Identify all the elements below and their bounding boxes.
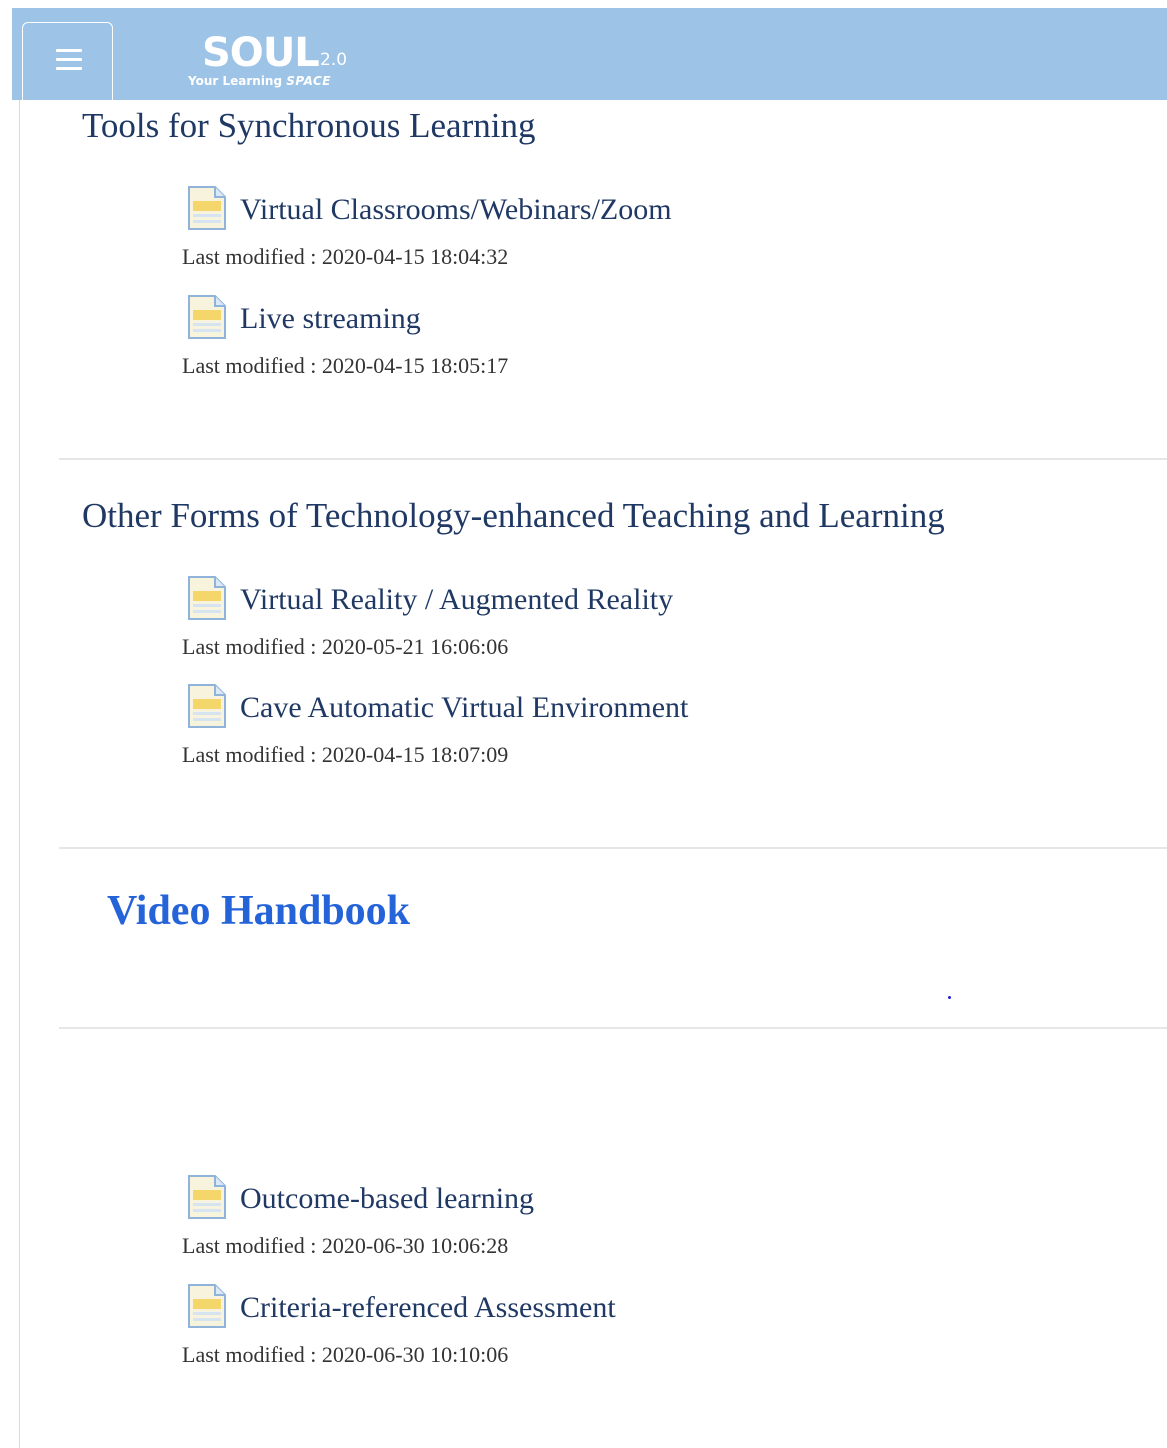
resource-item: Virtual Classrooms/Webinars/Zoom Last mo… — [182, 186, 886, 276]
section-divider — [59, 847, 1167, 849]
resource-item: Virtual Reality / Augmented Reality Last… — [182, 576, 886, 666]
section-divider — [59, 458, 1167, 460]
resource-link-criteria-referenced[interactable]: Criteria-referenced Assessment — [240, 1290, 616, 1326]
content-left-border — [19, 100, 20, 1448]
resource-item: Live streaming Last modified : 2020-04-1… — [182, 295, 886, 385]
hamburger-icon — [56, 49, 82, 71]
document-icon — [188, 186, 226, 230]
resource-link-outcome-based[interactable]: Outcome-based learning — [240, 1181, 534, 1217]
last-modified: Last modified : 2020-05-21 16:06:06 — [182, 634, 509, 659]
section-title-other-forms: Other Forms of Technology-enhanced Teach… — [82, 496, 945, 535]
document-icon — [188, 684, 226, 728]
last-modified: Last modified : 2020-04-15 18:07:09 — [182, 742, 509, 767]
logo-tagline: Your Learning SPACE — [188, 74, 332, 88]
last-modified: Last modified : 2020-04-15 18:05:17 — [182, 353, 509, 378]
section-title-synchronous: Tools for Synchronous Learning — [82, 106, 536, 145]
last-modified: Last modified : 2020-04-15 18:04:32 — [182, 244, 509, 269]
section-title-video-handbook: Video Handbook — [107, 888, 411, 934]
last-modified: Last modified : 2020-06-30 10:10:06 — [182, 1342, 509, 1367]
soul-logo[interactable]: SOUL 2.0 Your Learning SPACE — [186, 30, 376, 92]
document-icon — [188, 1284, 226, 1328]
resource-item: Criteria-referenced Assessment Last modi… — [182, 1284, 886, 1374]
last-modified: Last modified : 2020-06-30 10:06:28 — [182, 1233, 509, 1258]
document-icon — [188, 295, 226, 339]
resource-item: Outcome-based learning Last modified : 2… — [182, 1175, 886, 1265]
stray-dot — [948, 996, 951, 999]
resource-link-live-streaming[interactable]: Live streaming — [240, 301, 421, 337]
resource-item: Cave Automatic Virtual Environment Last … — [182, 684, 886, 774]
resource-link-cave[interactable]: Cave Automatic Virtual Environment — [240, 690, 688, 726]
resource-link-vr-ar[interactable]: Virtual Reality / Augmented Reality — [240, 582, 673, 618]
section-divider — [59, 1027, 1167, 1029]
logo-main-text: SOUL — [202, 30, 320, 76]
menu-button[interactable] — [22, 22, 113, 100]
resource-link-virtual-classrooms[interactable]: Virtual Classrooms/Webinars/Zoom — [240, 192, 672, 228]
document-icon — [188, 1175, 226, 1219]
document-icon — [188, 576, 226, 620]
logo-version: 2.0 — [320, 50, 348, 70]
